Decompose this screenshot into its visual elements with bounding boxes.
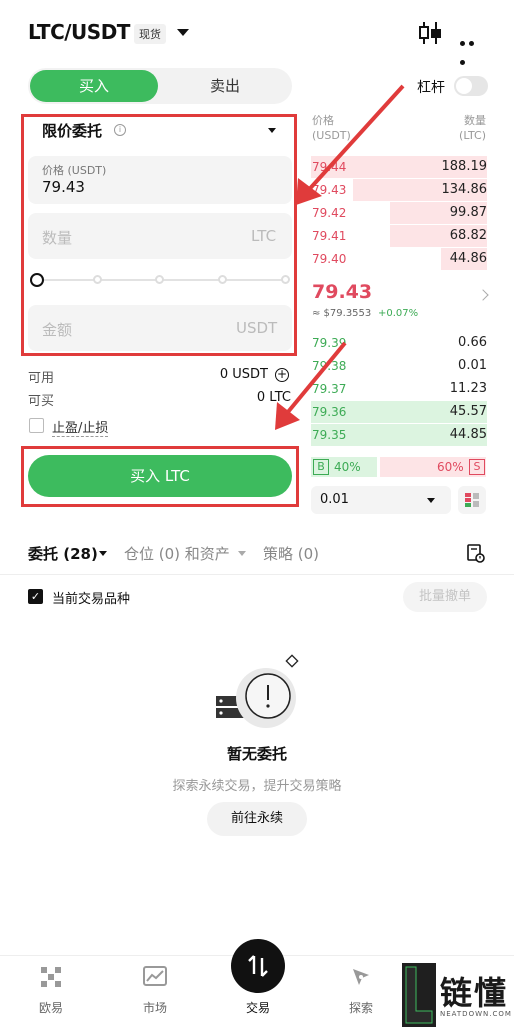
bid-price[interactable]: 79.37 xyxy=(312,382,346,396)
current-pair-label: 当前交易品种 xyxy=(52,592,131,607)
nav-label-market[interactable]: 市场 xyxy=(125,999,185,1016)
tab-orders-caret-icon[interactable] xyxy=(99,551,107,556)
ob-price-header: 价格 (USDT) xyxy=(312,114,351,142)
chart-icon[interactable] xyxy=(143,966,167,988)
order-type-caret-icon[interactable] xyxy=(268,128,276,133)
trade-icon xyxy=(248,955,268,977)
sell-ratio: 60% xyxy=(437,460,464,474)
bid-qty: 44.85 xyxy=(449,427,487,442)
bid-price[interactable]: 79.38 xyxy=(312,359,346,373)
nav-label-okx[interactable]: 欧易 xyxy=(21,999,81,1016)
bid-qty: 11.23 xyxy=(449,381,487,396)
slider-step-100[interactable] xyxy=(281,275,290,284)
order-history-icon[interactable] xyxy=(466,543,486,563)
ask-price[interactable]: 79.40 xyxy=(312,252,346,266)
batch-cancel-button[interactable]: 批量撤单 xyxy=(403,582,487,612)
price-value[interactable]: 79.43 xyxy=(42,178,85,196)
buy-submit-button[interactable]: 买入 LTC xyxy=(28,455,292,497)
slider-knob[interactable] xyxy=(30,273,44,287)
price-label: 价格 (USDT) xyxy=(42,164,107,177)
more-icon[interactable] xyxy=(460,31,486,65)
ask-price[interactable]: 79.44 xyxy=(312,160,346,174)
ask-qty: 99.87 xyxy=(449,205,487,220)
bid-price[interactable]: 79.39 xyxy=(312,336,346,350)
leverage-label: 杠杆 xyxy=(417,80,445,96)
ask-price[interactable]: 79.41 xyxy=(312,229,346,243)
pair-title[interactable]: LTC/USDT xyxy=(28,20,130,44)
candlestick-icon[interactable] xyxy=(418,20,442,46)
watermark-subtext: NEATDOWN.COM xyxy=(440,1010,512,1018)
ask-price[interactable]: 79.43 xyxy=(312,183,346,197)
tab-positions-caret-icon[interactable] xyxy=(238,551,246,556)
sell-badge: S xyxy=(469,459,485,475)
empty-subtitle: 探索永续交易，提升交易策略 xyxy=(172,779,342,794)
deposit-plus-icon[interactable]: + xyxy=(275,368,289,382)
tab-orders[interactable]: 委托 (28) xyxy=(28,543,98,564)
compass-icon[interactable] xyxy=(350,966,372,988)
nav-label-explore[interactable]: 探索 xyxy=(331,999,391,1016)
pair-dropdown-caret-icon[interactable] xyxy=(177,29,189,36)
ask-qty: 134.86 xyxy=(441,182,488,197)
book-layout-icon[interactable] xyxy=(458,486,486,514)
empty-title: 暂无委托 xyxy=(226,745,287,763)
chevron-right-icon[interactable] xyxy=(477,289,489,301)
amount-placeholder: 金额 xyxy=(42,321,73,339)
go-perpetual-button[interactable]: 前往永续 xyxy=(207,802,307,836)
ob-qty-header: 数量 (LTC) xyxy=(459,114,486,142)
quantity-placeholder: 数量 xyxy=(42,229,73,247)
watermark-logo-icon xyxy=(402,963,436,1027)
available-label: 可用 xyxy=(28,371,55,386)
info-icon[interactable]: i xyxy=(114,124,126,136)
available-value: 0 USDT xyxy=(219,367,268,382)
leverage-switch[interactable] xyxy=(454,76,488,96)
slider-step-75[interactable] xyxy=(218,275,227,284)
buy-tab[interactable]: 买入 xyxy=(30,70,158,102)
slider-step-25[interactable] xyxy=(93,275,102,284)
tab-positions[interactable]: 仓位 (0) 和资产 xyxy=(124,543,230,564)
market-type-badge: 现货 xyxy=(134,24,166,44)
divider xyxy=(0,574,514,575)
bid-price[interactable]: 79.35 xyxy=(312,428,346,442)
amount-unit: USDT xyxy=(236,319,278,337)
ask-qty: 44.86 xyxy=(449,251,487,266)
empty-orders-illustration-icon xyxy=(216,654,299,728)
can-buy-value: 0 LTC xyxy=(256,390,291,405)
sell-tab[interactable]: 卖出 xyxy=(160,70,290,102)
buy-badge: B xyxy=(313,459,329,475)
tpsl-checkbox[interactable] xyxy=(29,418,44,433)
buy-ratio: 40% xyxy=(334,460,361,474)
last-price: 79.43 xyxy=(312,281,373,303)
tpsl-label[interactable]: 止盈/止损 xyxy=(52,417,109,437)
can-buy-label: 可买 xyxy=(28,394,55,409)
ask-qty: 188.19 xyxy=(441,159,488,174)
bid-qty: 0.01 xyxy=(458,358,487,373)
logo-icon[interactable] xyxy=(40,966,62,988)
bid-qty: 45.57 xyxy=(449,404,487,419)
slider-step-50[interactable] xyxy=(155,275,164,284)
ask-qty: 68.82 xyxy=(449,228,487,243)
precision-caret-icon[interactable] xyxy=(427,498,435,503)
precision-value[interactable]: 0.01 xyxy=(320,492,349,507)
nav-label-trade[interactable]: 交易 xyxy=(228,999,288,1016)
bid-price[interactable]: 79.36 xyxy=(312,405,346,419)
watermark-text: 链懂 xyxy=(440,974,509,1012)
tab-strategy[interactable]: 策略 (0) xyxy=(263,543,319,564)
price-change: +0.07% xyxy=(378,308,419,319)
current-pair-checkbox[interactable]: ✓ xyxy=(28,589,43,604)
trade-button[interactable] xyxy=(231,939,285,993)
quantity-unit: LTC xyxy=(251,227,277,245)
order-type-select[interactable]: 限价委托 xyxy=(42,120,102,141)
bid-qty: 0.66 xyxy=(458,335,487,350)
ask-price[interactable]: 79.42 xyxy=(312,206,346,220)
ref-price: ≈ $79.3553 xyxy=(312,308,372,319)
